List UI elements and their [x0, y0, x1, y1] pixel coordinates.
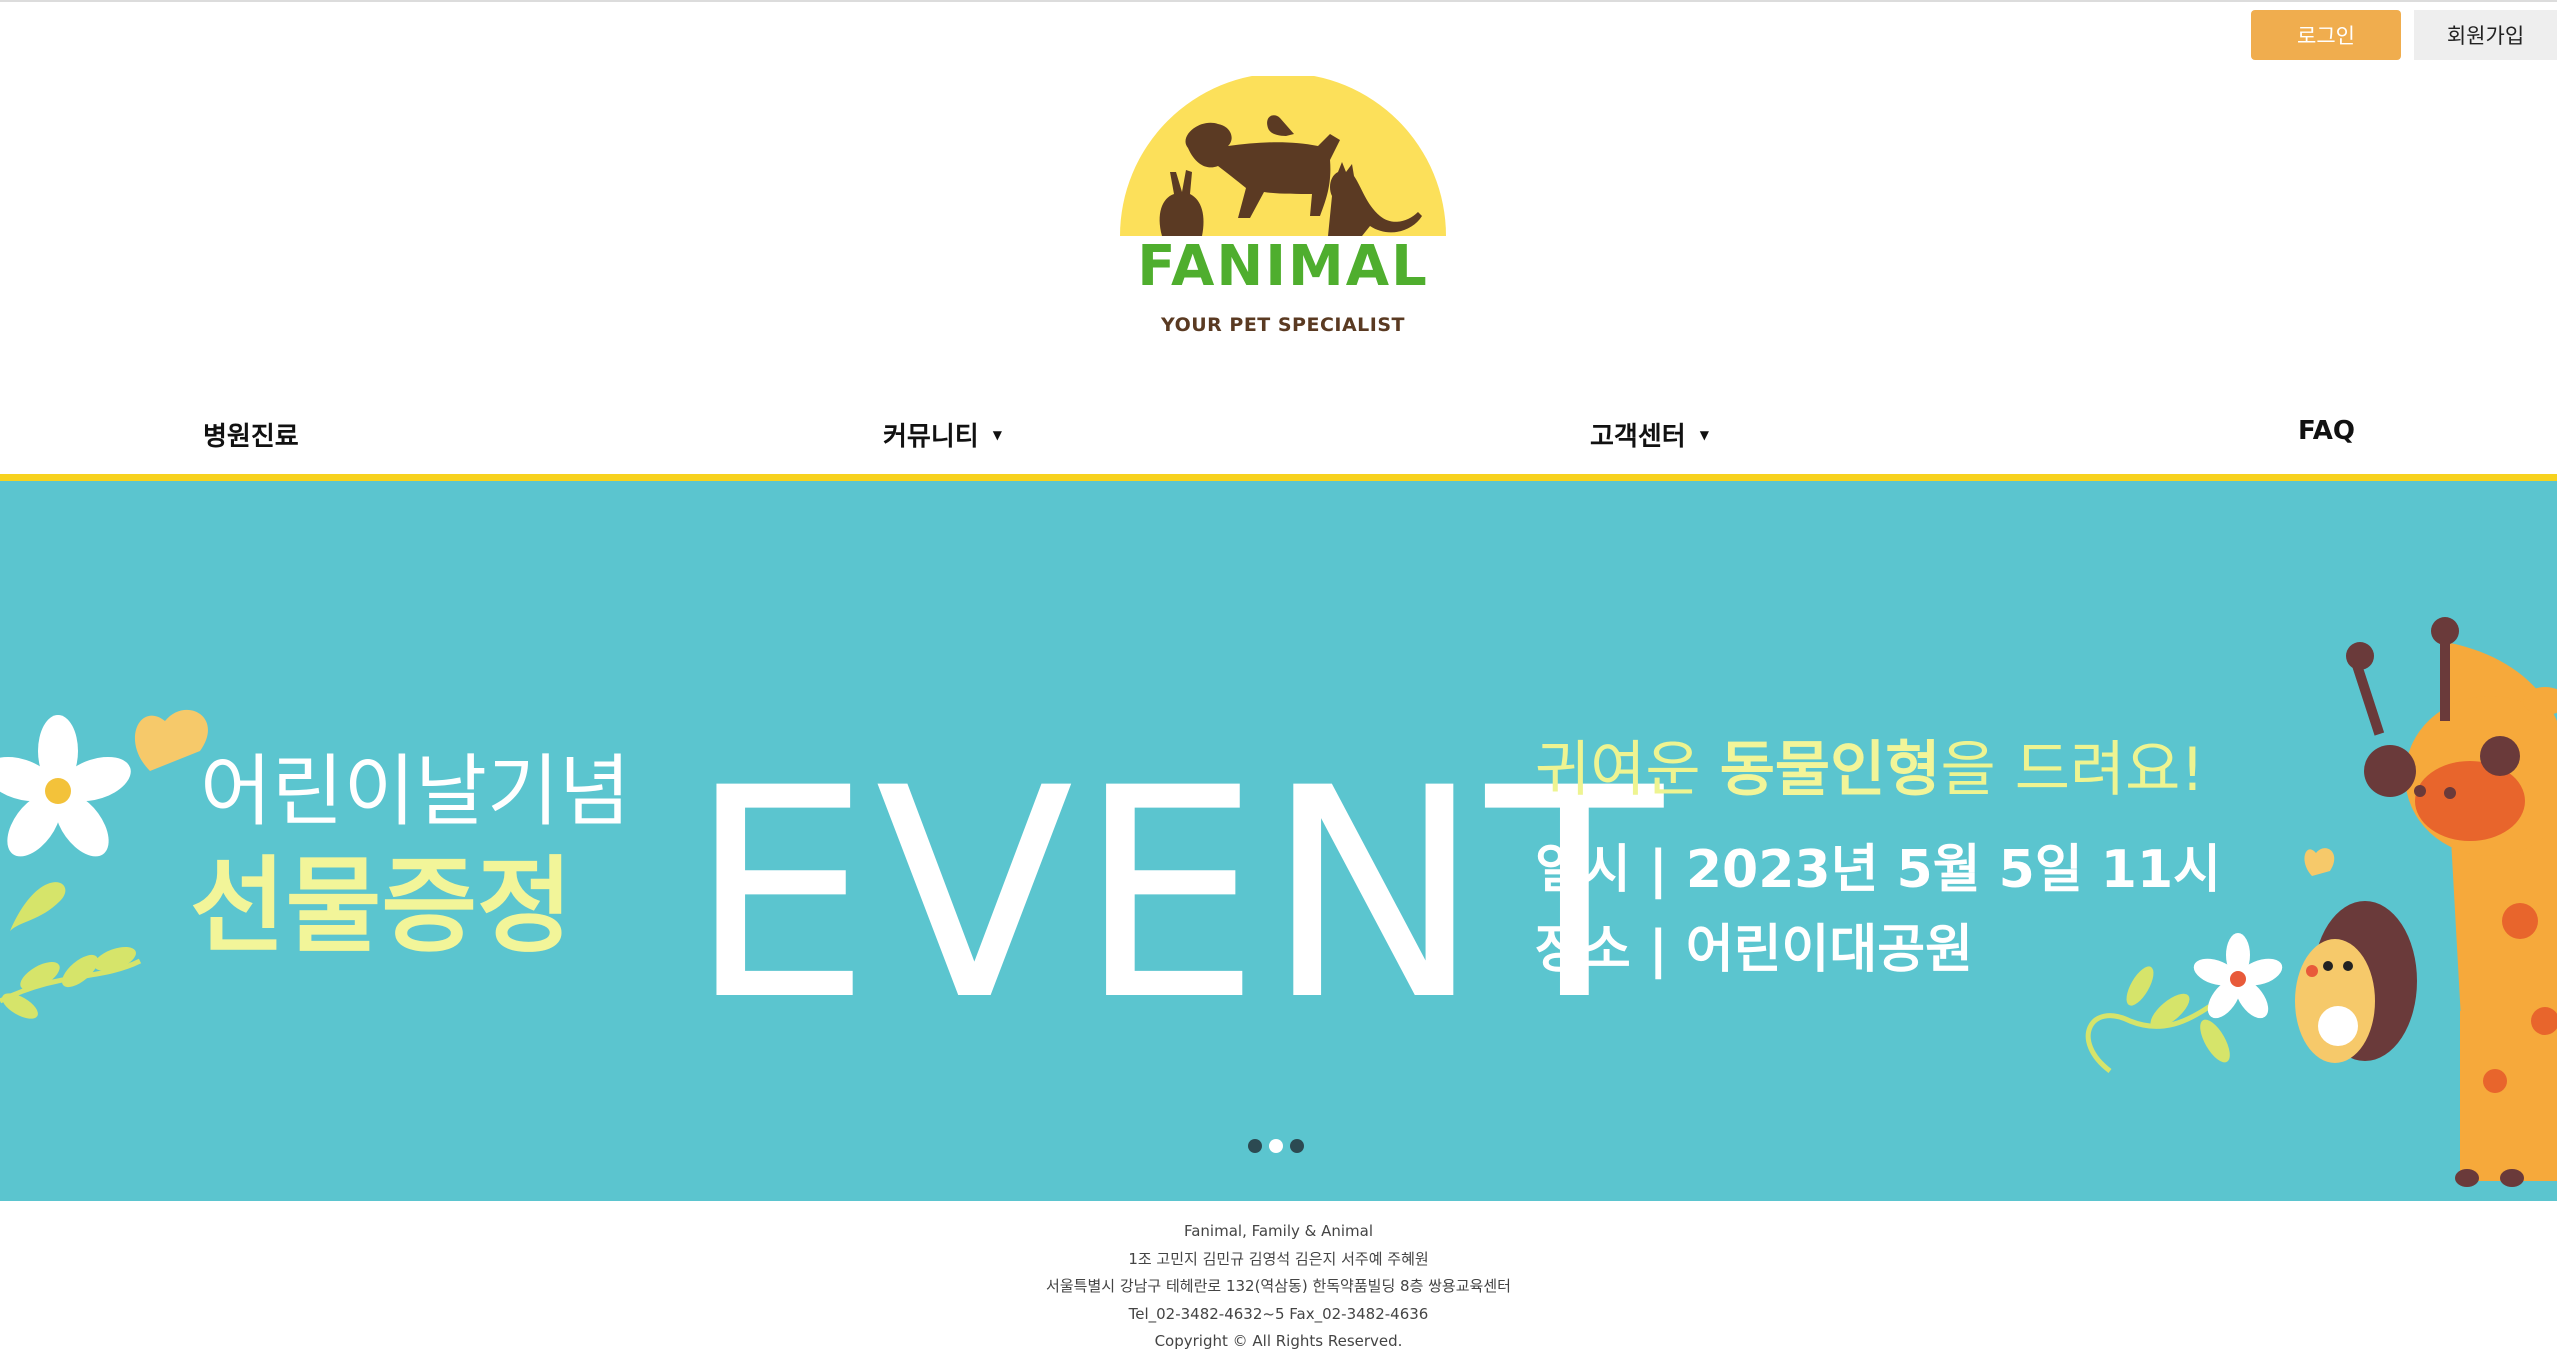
- flower-icon: [0, 715, 131, 857]
- footer-copyright: Copyright © All Rights Reserved.: [1154, 1332, 1403, 1350]
- nav-item-faq[interactable]: FAQ: [2298, 416, 2355, 446]
- gift-line-highlight: 동물인형: [1719, 735, 1941, 805]
- main-nav: 병원진료 커뮤니티 ▼ 고객센터 ▼ FAQ: [0, 410, 2557, 470]
- logo-subtitle: YOUR PET SPECIALIST: [1160, 314, 1405, 336]
- footer-tagline: Fanimal, Family & Animal: [1183, 1222, 1374, 1240]
- gift-line-part: 귀여운: [1535, 735, 1720, 805]
- hedgehog-icon: [2295, 901, 2417, 1063]
- nav-item-label: 병원진료: [203, 422, 299, 452]
- nav-item-customer-center[interactable]: 고객센터 ▼: [1590, 416, 1709, 453]
- nav-underline: [0, 474, 2557, 481]
- carousel-dot[interactable]: [1290, 1139, 1304, 1153]
- banner-date: 일시 | 2023년 5월 5일 11시: [1535, 840, 2222, 900]
- nav-item-label: FAQ: [2298, 416, 2356, 446]
- caret-down-icon: ▼: [992, 427, 1002, 442]
- footer: Fanimal, Family & Animal 1조 고민지 김민규 김영석 …: [0, 1218, 2557, 1356]
- footer-contact: Tel_02-3482-4632~5 Fax_02-3482-4636: [1128, 1304, 1429, 1323]
- top-divider: [0, 0, 2557, 2]
- caret-down-icon: ▼: [1699, 427, 1709, 442]
- carousel-dots: [1248, 1139, 1304, 1153]
- footer-address: 서울특별시 강남구 테헤란로 132(역삼동) 한독약품빌딩 8층 쌍용교육센터: [1046, 1277, 1511, 1295]
- gift-line-part: 을 드려요!: [1940, 735, 2205, 805]
- nav-item-community[interactable]: 커뮤니티 ▼: [883, 416, 1002, 453]
- carousel-dot[interactable]: [1248, 1139, 1262, 1153]
- footer-team: 1조 고민지 김민규 김영석 김은지 서주예 주혜원: [1128, 1249, 1429, 1268]
- login-button[interactable]: 로그인: [2251, 10, 2401, 60]
- event-banner[interactable]: 어린이날기념 선물증정 EVENT 귀여운 동물인형을 드려요! 일시 | 20…: [0, 481, 2557, 1201]
- nav-item-hospital[interactable]: 병원진료: [203, 416, 299, 453]
- signup-button[interactable]: 회원가입: [2414, 10, 2557, 60]
- nav-item-label: 고객센터: [1590, 422, 1686, 452]
- banner-gift-line: 귀여운 동물인형을 드려요!: [1535, 721, 2204, 808]
- auth-buttons: 로그인 회원가입: [2251, 10, 2557, 60]
- banner-event-title: EVENT: [688, 727, 1667, 1064]
- logo-title: FANIMAL: [1137, 234, 1429, 299]
- giraffe-icon: [2346, 617, 2557, 1187]
- fanimal-logo[interactable]: FANIMAL YOUR PET SPECIALIST: [1118, 76, 1448, 346]
- banner-heading-large: 선물증정: [190, 845, 573, 967]
- nav-item-label: 커뮤니티: [883, 422, 979, 452]
- carousel-dot-active[interactable]: [1269, 1139, 1283, 1153]
- banner-place: 장소 | 어린이대공원: [1535, 920, 1973, 980]
- pet-silhouette-icon: [1120, 76, 1446, 236]
